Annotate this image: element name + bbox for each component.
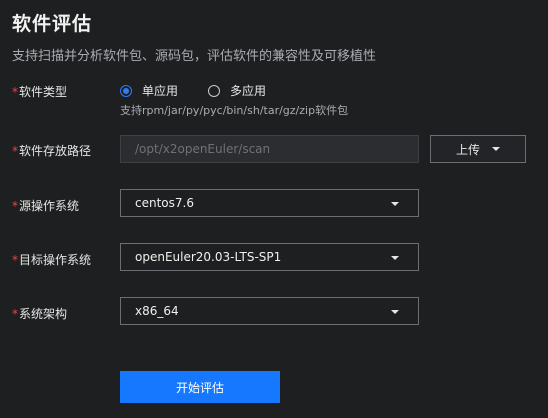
required-mark: * — [12, 307, 18, 321]
software-type-label-text: 软件类型 — [19, 85, 68, 99]
caret-down-icon — [492, 147, 500, 151]
required-mark: * — [12, 253, 18, 267]
software-type-hint: 支持rpm/jar/py/pyc/bin/sh/tar/gz/zip软件包 — [120, 104, 349, 117]
storage-path-input: /opt/x2openEuler/scan — [120, 135, 419, 163]
radio-option-single-app[interactable]: 单应用 — [120, 82, 178, 99]
required-mark: * — [12, 144, 18, 158]
upload-button-label: 上传 — [455, 142, 480, 157]
arch-label: *系统架构 — [12, 305, 67, 322]
source-os-label-text: 源操作系统 — [19, 199, 80, 213]
arch-value: x86_64 — [135, 304, 179, 318]
target-os-value: openEuler20.03-LTS-SP1 — [135, 250, 282, 264]
page-title: 软件评估 — [12, 13, 93, 35]
source-os-label: *源操作系统 — [12, 197, 79, 214]
source-os-value: centos7.6 — [135, 196, 194, 210]
storage-path-label-text: 软件存放路径 — [19, 144, 92, 158]
software-type-label: *软件类型 — [12, 83, 67, 100]
radio-label-single-app: 单应用 — [142, 84, 179, 98]
storage-path-label: *软件存放路径 — [12, 142, 91, 159]
arch-label-text: 系统架构 — [19, 307, 68, 321]
start-evaluation-button[interactable]: 开始评估 — [120, 371, 280, 403]
caret-down-icon — [391, 256, 399, 260]
caret-down-icon — [391, 310, 399, 314]
caret-down-icon — [391, 202, 399, 206]
radio-unchecked-icon[interactable] — [208, 84, 221, 97]
source-os-select[interactable]: centos7.6 — [120, 189, 419, 217]
arch-select[interactable]: x86_64 — [120, 297, 419, 325]
radio-option-multi-app[interactable]: 多应用 — [208, 82, 266, 99]
required-mark: * — [12, 85, 18, 99]
target-os-label-text: 目标操作系统 — [19, 253, 92, 267]
target-os-label: *目标操作系统 — [12, 251, 91, 268]
radio-label-multi-app: 多应用 — [230, 84, 267, 98]
radio-checked-icon[interactable] — [120, 84, 132, 97]
target-os-select[interactable]: openEuler20.03-LTS-SP1 — [120, 243, 419, 271]
software-type-radio-group: 单应用 多应用 — [120, 82, 296, 99]
page-subtitle: 支持扫描并分析软件包、源码包，评估软件的兼容性及可移植性 — [12, 49, 377, 64]
required-mark: * — [12, 199, 18, 213]
upload-button[interactable]: 上传 — [430, 135, 526, 163]
